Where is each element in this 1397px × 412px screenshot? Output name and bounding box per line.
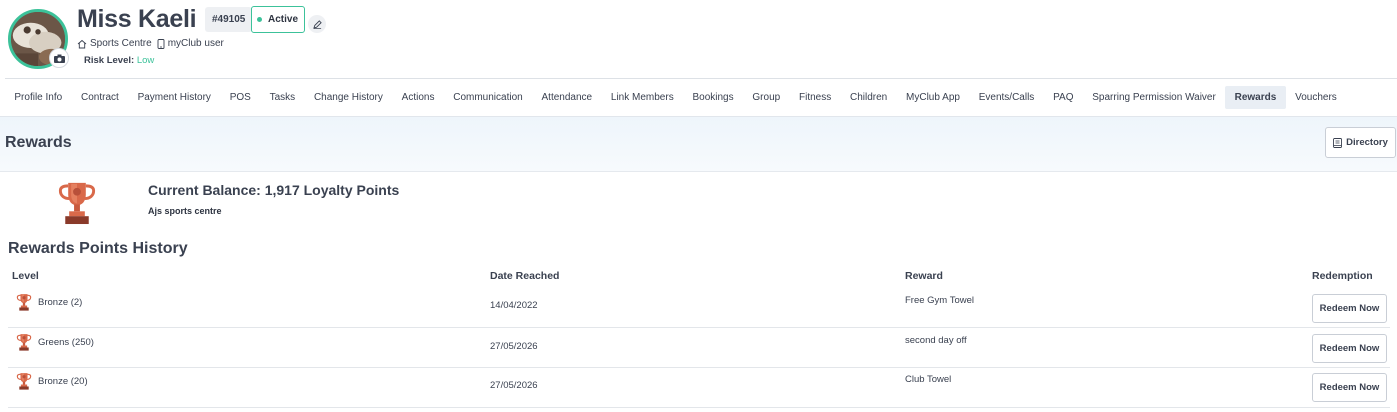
- book-icon: [1333, 137, 1343, 148]
- redeem-now-button[interactable]: Redeem Now: [1312, 373, 1387, 402]
- tab-vouchers[interactable]: Vouchers: [1286, 86, 1346, 109]
- camera-icon[interactable]: [49, 48, 69, 68]
- column-redemption: Redemption: [1312, 270, 1373, 282]
- tab-actions[interactable]: Actions: [392, 86, 444, 109]
- tab-paq[interactable]: PAQ: [1044, 86, 1083, 109]
- home-icon: [77, 39, 87, 48]
- reward-cell: second day off: [905, 335, 967, 346]
- tab-link-members[interactable]: Link Members: [602, 86, 684, 109]
- profile-tabs: Profile Info Contract Payment History PO…: [5, 78, 1397, 116]
- tab-myclub-app[interactable]: MyClub App: [897, 86, 970, 109]
- table-row: Bronze (2) 14/04/2022 Free Gym Towel Red…: [8, 288, 1390, 328]
- profile-header: Miss Kaeli #49105 Active Sports Centre m…: [0, 0, 1397, 78]
- date-cell: 27/05/2026: [490, 341, 538, 352]
- column-date-reached: Date Reached: [490, 270, 560, 282]
- date-cell: 14/04/2022: [490, 300, 538, 311]
- tab-group[interactable]: Group: [743, 86, 790, 109]
- trophy-icon: [16, 333, 32, 351]
- tab-bookings[interactable]: Bookings: [683, 86, 743, 109]
- level-cell: Bronze (2): [16, 293, 82, 311]
- reward-cell: Free Gym Towel: [905, 295, 974, 306]
- risk-value: Low: [136, 55, 155, 66]
- phone-icon: [157, 38, 165, 49]
- tab-events-calls[interactable]: Events/Calls: [969, 86, 1043, 109]
- member-id-badge: #49105: [205, 7, 253, 32]
- level-label: Bronze (20): [38, 375, 88, 387]
- table-row: Bronze (20) 27/05/2026 Club Towel Redeem…: [8, 368, 1390, 408]
- location-label: Sports Centre: [90, 38, 152, 49]
- tab-pos[interactable]: POS: [220, 86, 260, 109]
- column-reward: Reward: [905, 270, 943, 282]
- directory-button[interactable]: Directory: [1325, 127, 1396, 158]
- column-level: Level: [12, 270, 39, 282]
- level-cell: Bronze (20): [16, 372, 88, 390]
- tab-profile-info[interactable]: Profile Info: [5, 86, 72, 109]
- tab-payment-history[interactable]: Payment History: [128, 86, 220, 109]
- table-row: Greens (250) 27/05/2026 second day off R…: [8, 328, 1390, 368]
- member-name: Miss Kaeli: [77, 5, 197, 33]
- table-header: Level Date Reached Reward Redemption: [8, 270, 1397, 288]
- tab-tasks[interactable]: Tasks: [260, 86, 304, 109]
- trophy-icon: [16, 293, 32, 311]
- redeem-now-button[interactable]: Redeem Now: [1312, 294, 1387, 323]
- tab-fitness[interactable]: Fitness: [790, 86, 841, 109]
- member-meta: Sports Centre myClub user: [77, 38, 224, 49]
- date-cell: 27/05/2026: [490, 380, 538, 391]
- trophy-icon: [57, 180, 97, 225]
- tab-sparring-permission-waiver[interactable]: Sparring Permission Waiver: [1083, 86, 1225, 109]
- tab-contract[interactable]: Contract: [72, 86, 129, 109]
- club-name: Ajs sports centre: [148, 206, 222, 216]
- rewards-section-header: Rewards Directory: [0, 116, 1397, 172]
- level-label: Greens (250): [38, 336, 94, 348]
- status-badge: Active: [251, 6, 306, 33]
- risk-level: Risk Level: Low: [84, 55, 154, 66]
- section-title: Rewards: [5, 134, 72, 151]
- redeem-now-button[interactable]: Redeem Now: [1312, 334, 1387, 363]
- level-cell: Greens (250): [16, 333, 94, 351]
- history-title: Rewards Points History: [8, 240, 188, 257]
- app-user-label: myClub user: [167, 38, 224, 49]
- directory-button-label: Directory: [1346, 137, 1388, 148]
- risk-label: Risk Level:: [84, 55, 135, 66]
- reward-cell: Club Towel: [905, 374, 952, 385]
- current-balance: Current Balance: 1,917 Loyalty Points: [148, 182, 400, 198]
- trophy-icon: [16, 372, 32, 390]
- tab-change-history[interactable]: Change History: [305, 86, 393, 109]
- tab-attendance[interactable]: Attendance: [532, 86, 601, 109]
- status-label: Active: [268, 14, 299, 25]
- tab-rewards[interactable]: Rewards: [1225, 86, 1286, 109]
- status-dot-icon: [257, 17, 262, 22]
- level-label: Bronze (2): [38, 296, 83, 308]
- edit-icon[interactable]: [308, 15, 326, 33]
- tab-children[interactable]: Children: [841, 86, 897, 109]
- tab-communication[interactable]: Communication: [444, 86, 532, 109]
